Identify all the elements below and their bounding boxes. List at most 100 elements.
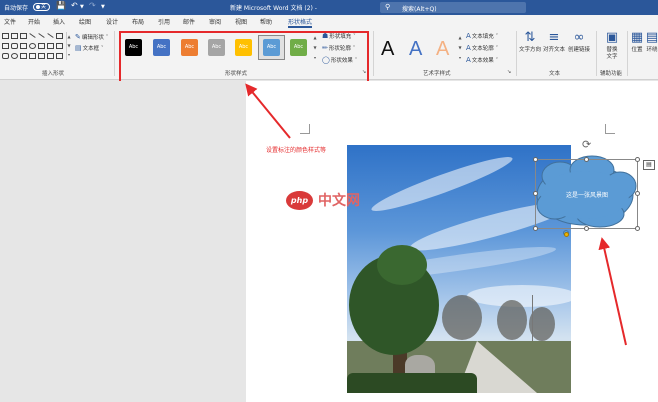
resize-handle[interactable] bbox=[533, 157, 538, 162]
text-effects-icon: A bbox=[466, 56, 471, 64]
callout-pointer-handle[interactable] bbox=[564, 232, 569, 237]
text-direction-label: 文字方向 bbox=[519, 47, 542, 53]
wordart-style-black[interactable]: A bbox=[381, 38, 394, 61]
autosave-label: 自动保存 bbox=[4, 5, 29, 12]
tab-draw[interactable]: 绘图 bbox=[79, 17, 91, 26]
search-box[interactable]: ⚲ 搜索(Alt+Q) bbox=[380, 2, 526, 13]
edit-shape-icon: ✎ bbox=[75, 33, 81, 41]
autosave-toggle[interactable]: 关 bbox=[33, 3, 50, 11]
group-label-insert-shapes: 插入形状 bbox=[42, 71, 65, 77]
group-label-wordart-styles: 艺术字样式 bbox=[423, 71, 451, 77]
layout-options-icon[interactable]: ▤ bbox=[643, 160, 655, 170]
rounded-rect-shape-icon[interactable] bbox=[11, 43, 18, 49]
tab-home[interactable]: 开始 bbox=[28, 17, 40, 26]
arrow-shape-icon[interactable] bbox=[38, 33, 45, 38]
tab-layout[interactable]: 布局 bbox=[132, 17, 144, 26]
undo-icon[interactable]: ↶ bbox=[71, 1, 78, 10]
tab-mailings[interactable]: 邮件 bbox=[183, 17, 195, 26]
snip-rect-shape-icon[interactable] bbox=[20, 43, 27, 49]
shapes-gallery[interactable] bbox=[2, 32, 66, 62]
text-effects-label: 文本效果 bbox=[471, 58, 494, 64]
curve-shape-icon[interactable] bbox=[56, 43, 63, 49]
resize-handle[interactable] bbox=[533, 226, 538, 231]
tab-review[interactable]: 审阅 bbox=[209, 17, 221, 26]
search-input[interactable]: 搜索(Alt+Q) bbox=[402, 4, 437, 13]
text-effects-button[interactable]: A文本效果 ˇ bbox=[466, 56, 498, 64]
group-label-text: 文本 bbox=[549, 71, 561, 77]
photo-bare-tree bbox=[497, 300, 527, 340]
ribbon-tabs: 文件 开始 插入 绘图 设计 布局 引用 邮件 审阅 视图 帮助 形状格式 bbox=[0, 15, 658, 28]
wordart-style-blue[interactable]: A bbox=[409, 38, 422, 61]
circle-shape-icon[interactable] bbox=[11, 53, 18, 59]
tab-references[interactable]: 引用 bbox=[158, 17, 170, 26]
group-separator bbox=[596, 31, 597, 76]
align-text-button[interactable]: ≡ 对齐文本 bbox=[543, 30, 565, 54]
create-link-button[interactable]: ∞ 创建链接 bbox=[567, 30, 591, 54]
vertical-textbox-shape-icon[interactable] bbox=[11, 33, 18, 39]
edit-shape-label: 编辑形状 bbox=[81, 35, 104, 41]
connector-shape-icon[interactable] bbox=[56, 33, 63, 39]
resize-handle[interactable] bbox=[635, 191, 640, 196]
save-icon[interactable]: 💾 bbox=[56, 1, 66, 10]
double-arrow-shape-icon[interactable] bbox=[47, 33, 54, 38]
tab-help[interactable]: 帮助 bbox=[260, 17, 272, 26]
wrap-text-button[interactable]: ▤ 环绕 bbox=[645, 30, 658, 54]
tab-design[interactable]: 设计 bbox=[106, 17, 118, 26]
resize-handle[interactable] bbox=[635, 157, 640, 162]
shapes-gallery-scroll[interactable]: ▲ ▼ ▾ bbox=[66, 32, 71, 60]
tab-shape-format[interactable]: 形状格式 bbox=[288, 17, 312, 26]
resize-handle[interactable] bbox=[533, 191, 538, 196]
watermark-text: 中文网 bbox=[318, 193, 360, 209]
textbox-shape-icon[interactable] bbox=[2, 33, 9, 39]
photo-hedge bbox=[347, 373, 477, 393]
page-corner-mark bbox=[300, 124, 310, 134]
pentagon-shape-icon[interactable] bbox=[2, 53, 9, 59]
annotation-text: 设置标注的颜色样式等 bbox=[266, 147, 327, 154]
rectangle-shape-icon[interactable] bbox=[2, 43, 9, 49]
oval-shape-icon[interactable] bbox=[29, 43, 36, 49]
tab-view[interactable]: 视图 bbox=[235, 17, 247, 26]
triangle-shape-icon[interactable] bbox=[38, 43, 45, 49]
create-link-label: 创建链接 bbox=[567, 47, 590, 53]
page-corner-mark bbox=[605, 124, 615, 134]
cylinder-shape-icon[interactable] bbox=[20, 53, 27, 59]
resize-handle[interactable] bbox=[584, 226, 589, 231]
photo-tree-canopy bbox=[377, 245, 427, 285]
textbox-a-shape-icon[interactable] bbox=[20, 33, 27, 39]
shape-styles-highlight bbox=[119, 31, 369, 85]
tab-file[interactable]: 文件 bbox=[4, 17, 16, 26]
wordart-style-orange[interactable]: A bbox=[436, 38, 449, 61]
group-separator bbox=[373, 31, 374, 76]
watermark-logo: php bbox=[286, 191, 313, 210]
rotate-handle-icon[interactable]: ⟳ bbox=[582, 138, 591, 151]
line-shape-icon[interactable] bbox=[29, 33, 36, 38]
wordart-gallery-scroll[interactable]: ▲ ▼ ▾ bbox=[457, 33, 463, 63]
toggle-knob bbox=[36, 5, 40, 9]
undo-dropdown-icon[interactable]: ▼ bbox=[80, 4, 84, 10]
alt-text-button[interactable]: ▣ 替换 文字 bbox=[600, 30, 624, 61]
chevron-shape-icon[interactable] bbox=[29, 53, 36, 59]
redo-icon[interactable]: ↷ bbox=[89, 1, 96, 10]
photo-bare-tree bbox=[442, 295, 482, 340]
tab-insert[interactable]: 插入 bbox=[53, 17, 65, 26]
group-separator bbox=[114, 31, 115, 76]
brace-shape-icon[interactable] bbox=[47, 53, 54, 59]
text-outline-button[interactable]: A文本轮廓 ˇ bbox=[466, 44, 498, 52]
text-box-label: 文本框 bbox=[82, 46, 100, 52]
position-label: 位置 bbox=[631, 47, 643, 53]
bracket-shape-icon[interactable] bbox=[38, 53, 45, 59]
position-button[interactable]: ▦ 位置 bbox=[630, 30, 644, 54]
group-separator bbox=[627, 31, 628, 76]
resize-handle[interactable] bbox=[584, 157, 589, 162]
wordart-launcher-icon[interactable]: ↘ bbox=[507, 69, 511, 75]
link-icon: ∞ bbox=[573, 30, 585, 45]
resize-handle[interactable] bbox=[635, 226, 640, 231]
customize-qat-icon[interactable]: ▼ bbox=[101, 4, 105, 10]
elbow-connector-shape-icon[interactable] bbox=[47, 43, 54, 49]
edit-shape-button[interactable]: ✎编辑形状 ˇ bbox=[75, 33, 108, 41]
text-box-button[interactable]: ▤文本框 ˇ bbox=[75, 44, 104, 52]
text-fill-button[interactable]: A文本填充 ˇ bbox=[466, 32, 498, 40]
text-direction-button[interactable]: ⇅ 文字方向 bbox=[519, 30, 541, 54]
star-shape-icon[interactable] bbox=[56, 53, 63, 59]
group-label-accessibility: 辅助功能 bbox=[600, 71, 623, 77]
